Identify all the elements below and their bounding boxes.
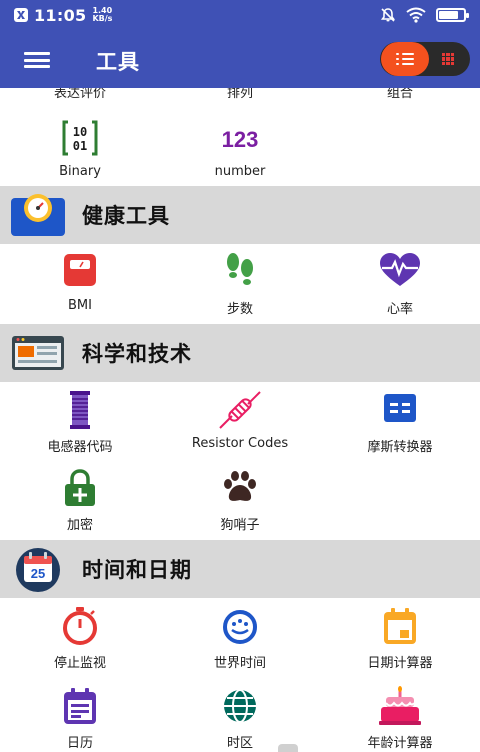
calendar-icon [64,688,96,724]
app-notification-icon [14,8,28,22]
network-speed: 1.40 KB/s [92,7,112,23]
tool-label: 加密 [66,518,93,533]
status-bar: 11:05 1.40 KB/s [0,0,480,30]
tool-label: 表达评价 [53,88,106,101]
section-header-science[interactable]: 科学和技术 [0,324,480,382]
world-clock-icon [223,610,257,644]
view-mode-toggle[interactable] [380,42,470,76]
tool-label: 心率 [386,302,413,317]
tool-item-date-calculator[interactable]: 日期计算器 [320,606,480,674]
scroll-indicator [278,744,298,752]
tool-label: Binary [59,164,101,179]
date-calculator-icon [384,608,416,644]
section-header-time[interactable]: 25 时间和日期 [0,540,480,598]
tool-item-number[interactable]: 123 number [160,112,320,182]
scale-header-icon [11,194,65,236]
tool-item-steps[interactable]: 步数 [160,252,320,320]
tool-item-resistor[interactable]: Resistor Codes [160,390,320,458]
section-math-items: 表达评价 排列 组合 10 01 Binary 123 number [0,88,480,186]
section-title: 科学和技术 [82,342,192,366]
lock-icon [65,469,95,506]
tool-label: 狗哨子 [220,518,260,533]
tool-item-heart-rate[interactable]: 心率 [320,252,480,320]
resistor-icon [219,391,261,429]
birthday-cake-icon [379,686,421,725]
section-header-health[interactable]: 健康工具 [0,186,480,244]
tool-label: 电感器代码 [47,440,113,455]
grid-view-icon[interactable] [442,53,454,65]
calendar-header-icon: 25 [16,548,60,592]
section-title: 健康工具 [82,204,170,228]
tool-label: 步数 [226,302,253,317]
heart-rate-icon [380,253,420,286]
tool-item-timezone[interactable]: 时区 [160,686,320,752]
hamburger-menu-icon[interactable] [24,52,50,68]
svg-text:10: 10 [73,125,87,139]
tool-label: 日历 [66,736,93,751]
paw-icon [224,471,256,501]
binary-icon: 10 01 [62,120,98,156]
svg-text:01: 01 [73,139,87,153]
tool-label: number [214,164,266,179]
tool-label: 日期计算器 [367,656,433,671]
tool-item-dog-whistle[interactable]: 狗哨子 [160,468,320,536]
tool-item[interactable]: 排列 [160,88,320,102]
tool-item-stopwatch[interactable]: 停止监视 [0,606,160,674]
browser-header-icon [12,336,64,370]
tool-item[interactable]: 表达评价 [0,88,160,102]
bmi-scale-icon [64,254,96,286]
number-icon: 123 [222,127,259,152]
tool-item-age-calculator[interactable]: 年龄计算器 [320,686,480,752]
tool-item-bmi[interactable]: BMI [0,252,160,320]
network-speed-unit: KB/s [92,14,113,23]
app-bar: 工具 [0,30,480,88]
battery-level [439,11,459,19]
footsteps-icon [227,253,253,285]
svg-text:25: 25 [31,566,45,581]
tool-item-inductor[interactable]: 电感器代码 [0,390,160,458]
list-view-button[interactable] [381,42,429,76]
page-title: 工具 [96,50,140,74]
inductor-icon [70,391,90,429]
list-view-icon [396,52,414,66]
morse-icon [384,394,416,422]
tool-item-morse[interactable]: 摩斯转换器 [320,390,480,458]
tool-label: 世界时间 [213,656,266,671]
tool-item-world-time[interactable]: 世界时间 [160,606,320,674]
tool-label: 年龄计算器 [367,736,433,751]
tool-label: 排列 [226,88,253,101]
globe-icon [224,689,256,723]
section-title: 时间和日期 [82,558,192,582]
tool-label: Resistor Codes [191,436,289,451]
battery-icon [436,8,469,22]
tool-item-calendar[interactable]: 日历 [0,686,160,752]
tool-label: 摩斯转换器 [367,440,433,455]
tools-list[interactable]: 表达评价 排列 组合 10 01 Binary 123 number 健康工具 … [0,88,480,752]
silent-bell-icon [380,8,396,22]
stopwatch-icon [63,607,97,645]
wifi-icon [406,7,426,23]
section-science-items: 电感器代码 Resistor Codes 摩斯转换器 加密 狗哨子 [0,382,480,540]
status-time: 11:05 [34,5,87,25]
tool-item-binary[interactable]: 10 01 Binary [0,112,160,182]
tool-item-encrypt[interactable]: 加密 [0,468,160,536]
tool-label: BMI [68,298,92,313]
section-health-items: BMI 步数 心率 [0,244,480,324]
tool-label: 组合 [386,88,413,101]
tool-item[interactable]: 组合 [320,88,480,102]
section-time-items: 停止监视 世界时间 日期计算器 日历 时区 年龄计算器 [0,598,480,752]
svg-text:123: 123 [222,127,259,152]
tool-label: 停止监视 [53,656,106,671]
